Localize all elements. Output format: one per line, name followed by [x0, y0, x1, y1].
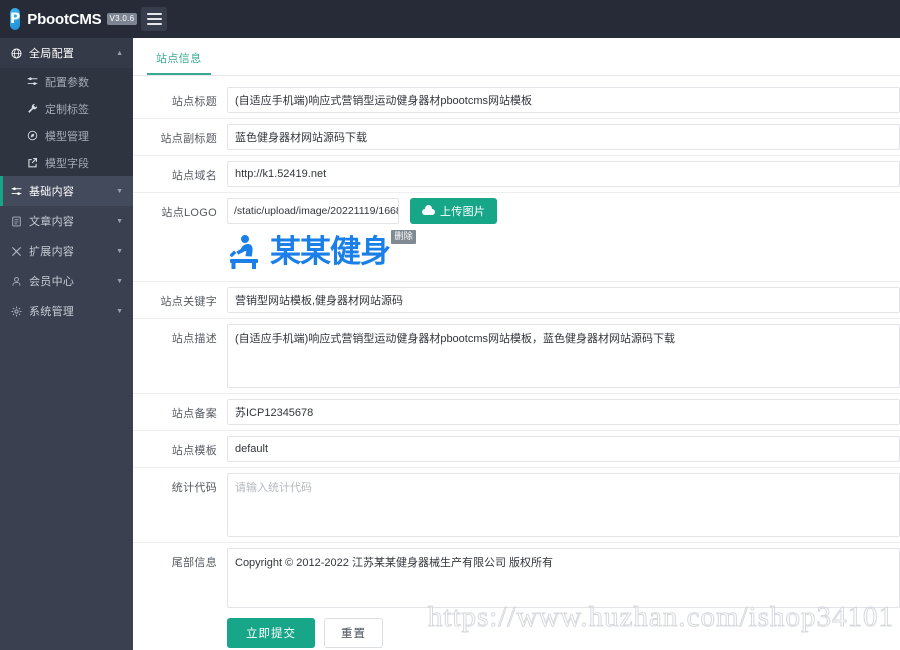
sidebar-subitem-custom-tags[interactable]: 定制标签 [0, 95, 133, 122]
brand-name: PbootCMS [27, 10, 102, 28]
site-description-label: 站点描述 [171, 333, 217, 345]
site-footer-textarea[interactable] [227, 548, 900, 608]
sliders-icon [10, 186, 23, 197]
sidebar: 全局配置 ▲ 配置参数 定制标签 模型管理 模型字段 基础内容 ▼ 文章内容 ▼… [0, 38, 133, 650]
hamburger-bar [146, 13, 162, 15]
submit-button[interactable]: 立即提交 [227, 618, 315, 648]
sidebar-item-system-management[interactable]: 系统管理 ▼ [0, 296, 133, 326]
reset-button[interactable]: 重置 [324, 618, 383, 648]
fitness-logo-icon [228, 233, 268, 271]
site-footer-label: 尾部信息 [171, 557, 217, 569]
site-subtitle-input[interactable] [227, 124, 900, 150]
document-icon [10, 216, 23, 227]
admin-page: P PbootCMS V3.0.6 全局配置 ▲ 配置参数 定制标签 模型管理 … [0, 0, 900, 650]
chevron-down-icon: ▼ [116, 217, 123, 225]
external-link-icon [26, 157, 39, 168]
tab-bar: 站点信息 [133, 47, 900, 76]
chevron-down-icon: ▼ [116, 187, 123, 195]
user-icon [10, 276, 23, 287]
field-row-site-domain: 站点域名 [133, 156, 900, 193]
sidebar-item-extended-content[interactable]: 扩展内容 ▼ [0, 236, 133, 266]
sidebar-subitem-model-fields[interactable]: 模型字段 [0, 149, 133, 176]
sidebar-subitem-label: 定制标签 [45, 103, 89, 116]
pbootcms-logo-icon: P [10, 8, 21, 30]
site-description-textarea[interactable] [227, 324, 900, 388]
sidebar-subitem-config-params[interactable]: 配置参数 [0, 68, 133, 95]
sidebar-item-article-content[interactable]: 文章内容 ▼ [0, 206, 133, 236]
site-subtitle-label: 站点副标题 [160, 133, 217, 145]
field-row-site-statistics: 统计代码 [133, 468, 900, 543]
puzzle-icon [10, 246, 23, 257]
main-content: 站点信息 站点标题 站点副标题 站点域名 [133, 38, 900, 650]
sidebar-subitem-model-management[interactable]: 模型管理 [0, 122, 133, 149]
site-statistics-label: 统计代码 [171, 482, 217, 494]
field-row-site-keywords: 站点关键字 [133, 282, 900, 319]
site-icp-input[interactable] [227, 399, 900, 425]
field-row-site-icp: 站点备案 [133, 394, 900, 431]
site-title-input[interactable] [227, 87, 900, 113]
field-row-site-description: 站点描述 [133, 319, 900, 394]
chevron-down-icon: ▼ [116, 307, 123, 315]
site-info-form: 站点标题 站点副标题 站点域名 [133, 76, 900, 650]
sidebar-subitem-label: 模型管理 [45, 130, 89, 143]
wrench-icon [26, 103, 39, 114]
sidebar-item-member-center[interactable]: 会员中心 ▼ [0, 266, 133, 296]
version-badge: V3.0.6 [106, 13, 138, 25]
sidebar-item-basic-content[interactable]: 基础内容 ▼ [0, 176, 133, 206]
upload-image-button[interactable]: 上传图片 [410, 198, 498, 224]
site-icp-label: 站点备案 [171, 408, 217, 420]
sidebar-submenu-global-config: 配置参数 定制标签 模型管理 模型字段 [0, 68, 133, 176]
field-row-site-title: 站点标题 [133, 82, 900, 119]
sidebar-item-label: 基础内容 [29, 186, 75, 198]
gear-icon [10, 306, 23, 317]
field-row-site-template: 站点模板 [133, 431, 900, 468]
globe-icon [10, 47, 23, 59]
sidebar-item-global-config[interactable]: 全局配置 ▲ [0, 38, 133, 68]
cloud-upload-icon [422, 205, 435, 216]
top-bar: P PbootCMS V3.0.6 [0, 0, 900, 38]
brand[interactable]: P PbootCMS V3.0.6 [0, 0, 138, 38]
field-row-site-logo: 站点LOGO /static/upload/image/20221119/166… [133, 193, 900, 282]
sidebar-subitem-label: 模型字段 [45, 157, 89, 170]
chevron-down-icon: ▼ [116, 277, 123, 285]
site-domain-label: 站点域名 [171, 170, 217, 182]
delete-logo-button[interactable]: 删除 [391, 230, 416, 244]
field-row-site-footer: 尾部信息 立即提交 重置 [133, 543, 900, 650]
site-keywords-label: 站点关键字 [160, 296, 217, 308]
sliders-icon [26, 76, 39, 87]
site-domain-input[interactable] [227, 161, 900, 187]
logo-mark: 某某健身 [228, 233, 391, 271]
form-actions: 立即提交 重置 [227, 608, 900, 648]
logo-text: 某某健身 [270, 233, 391, 270]
sidebar-item-label: 会员中心 [29, 276, 75, 288]
hamburger-bar [146, 23, 162, 25]
site-title-label: 站点标题 [171, 96, 217, 108]
site-logo-label: 站点LOGO [161, 207, 217, 219]
body-wrapper: 全局配置 ▲ 配置参数 定制标签 模型管理 模型字段 基础内容 ▼ 文章内容 ▼… [0, 38, 900, 650]
field-row-site-subtitle: 站点副标题 [133, 119, 900, 156]
site-logo-path-input[interactable]: /static/upload/image/20221119/1668661 [227, 198, 399, 224]
hamburger-bar [146, 18, 162, 20]
chevron-down-icon: ▼ [116, 247, 123, 255]
compass-icon [26, 130, 39, 141]
logo-upload-line: /static/upload/image/20221119/1668661 上传… [227, 198, 900, 224]
hamburger-icon[interactable] [141, 7, 167, 31]
site-template-input[interactable] [227, 436, 900, 462]
site-statistics-textarea[interactable] [227, 473, 900, 537]
site-keywords-input[interactable] [227, 287, 900, 313]
sidebar-item-label: 文章内容 [29, 216, 75, 228]
chevron-up-icon: ▲ [116, 49, 123, 57]
logo-preview: 某某健身 删除 [228, 230, 416, 271]
tab-site-info[interactable]: 站点信息 [147, 50, 211, 75]
sidebar-item-label: 全局配置 [29, 48, 75, 60]
sidebar-item-label: 系统管理 [29, 306, 75, 318]
sidebar-subitem-label: 配置参数 [45, 76, 89, 89]
sidebar-item-label: 扩展内容 [29, 246, 75, 258]
site-template-label: 站点模板 [171, 445, 217, 457]
upload-image-label: 上传图片 [440, 206, 486, 218]
